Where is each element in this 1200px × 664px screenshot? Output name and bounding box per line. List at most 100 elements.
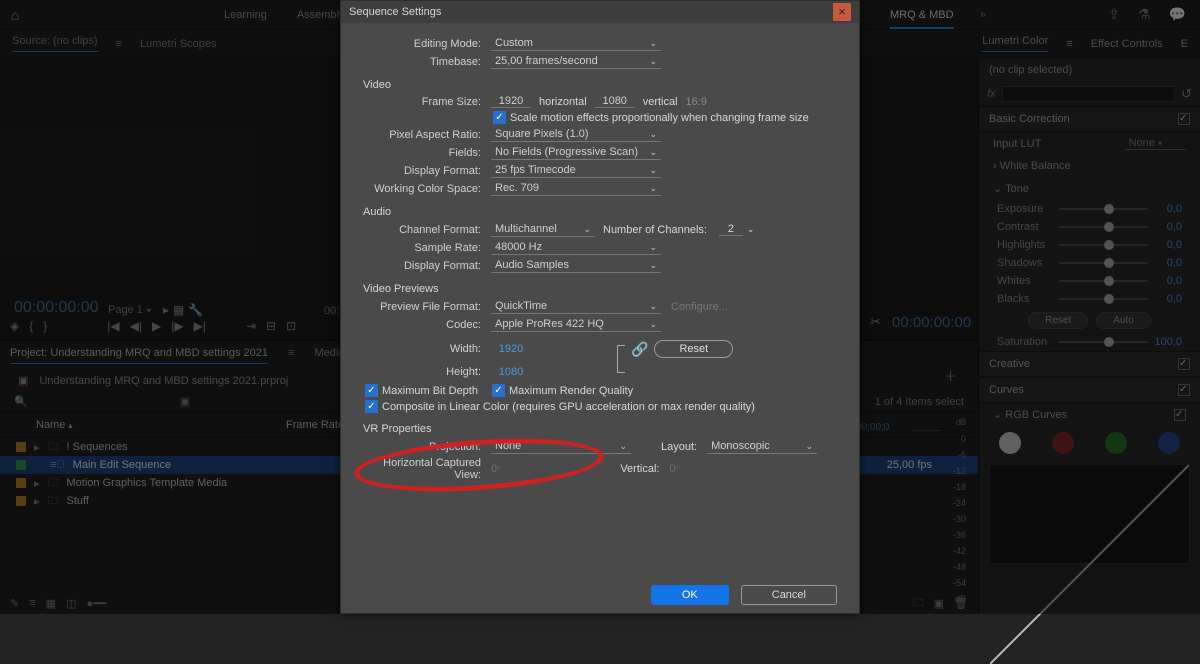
curves-toggle[interactable] <box>1178 384 1190 396</box>
preview-reset-button[interactable]: Reset <box>654 340 733 358</box>
projection-select[interactable]: None⌄ <box>491 439 631 454</box>
freeform-icon[interactable]: ◫ <box>66 597 76 610</box>
linear-color-checkbox[interactable] <box>365 400 378 413</box>
marker-tool-icon[interactable]: ✂ <box>870 314 881 330</box>
col-name[interactable]: Name ▴ <box>36 419 286 431</box>
display-format-select[interactable]: 25 fps Timecode⌄ <box>491 163 661 178</box>
saturation-slider[interactable] <box>1059 341 1148 343</box>
goto-out-icon[interactable]: ▶| <box>194 319 206 333</box>
panel-menu-icon[interactable]: ≡ <box>116 38 122 50</box>
step-back-icon[interactable]: ◀| <box>130 319 142 333</box>
tone-slider[interactable] <box>1059 226 1148 228</box>
project-panel-tab[interactable]: Project: Understanding MRQ and MBD setti… <box>10 347 268 364</box>
curves-graph[interactable] <box>989 464 1190 564</box>
tone-toggle[interactable]: ⌄ Tone <box>979 177 1200 200</box>
panel-extra[interactable]: E <box>1181 38 1188 50</box>
frame-height-input[interactable]: 1080 <box>595 95 635 108</box>
audio-section-label: Audio <box>363 206 837 218</box>
basic-toggle[interactable] <box>1178 113 1190 125</box>
workspace-overflow-icon[interactable]: » <box>980 9 986 21</box>
col-framerate[interactable]: Frame Rate <box>286 419 344 431</box>
reset-button[interactable]: Reset <box>1028 312 1088 329</box>
tab-learning[interactable]: Learning <box>220 3 271 27</box>
tone-slider[interactable] <box>1059 262 1148 264</box>
marker-icon[interactable]: ◈ <box>10 319 19 333</box>
rgb-curves-toggle[interactable]: ⌄ RGB Curves <box>979 403 1200 426</box>
frame-width-input[interactable]: 1920 <box>491 95 531 108</box>
editing-mode-label: Editing Mode: <box>363 38 491 50</box>
lumetri-color-tab[interactable]: Lumetri Color <box>982 35 1048 52</box>
aspect-ratio: 16:9 <box>686 96 707 108</box>
bin-icon: ▣ <box>18 375 28 387</box>
color-space-select[interactable]: Rec. 709⌄ <box>491 181 661 196</box>
input-lut-select[interactable]: None ▾ <box>1125 137 1186 150</box>
tone-slider[interactable] <box>1059 280 1148 282</box>
out-icon[interactable]: } <box>43 319 47 333</box>
input-lut-label: Input LUT <box>993 138 1041 150</box>
max-bit-depth-checkbox[interactable] <box>365 384 378 397</box>
timebase-select[interactable]: 25,00 frames/second⌄ <box>491 54 661 69</box>
search-icon[interactable]: 🔍 <box>14 395 28 408</box>
list-view-icon[interactable]: ≡ <box>29 597 35 609</box>
play-icon[interactable]: ▶ <box>152 319 161 333</box>
editing-mode-select[interactable]: Custom⌄ <box>491 36 661 51</box>
chat-icon[interactable]: 💬 <box>1169 6 1186 23</box>
goto-in-icon[interactable]: |◀ <box>107 319 119 333</box>
video-previews-label: Video Previews <box>363 283 837 295</box>
sample-rate-select[interactable]: 48000 Hz⌄ <box>491 240 661 255</box>
source-panel-tab[interactable]: Source: (no clips) <box>12 35 98 52</box>
tone-slider[interactable] <box>1059 298 1148 300</box>
reset-fx-icon[interactable]: ↺ <box>1181 86 1192 102</box>
saturation-value[interactable]: 100,0 <box>1154 336 1182 348</box>
lumetri-scopes-tab[interactable]: Lumetri Scopes <box>140 38 216 50</box>
new-item-icon[interactable]: ▣ <box>934 597 944 610</box>
num-channels-input[interactable]: 2 <box>719 223 743 236</box>
zoom-slider[interactable]: ●━━ <box>86 597 106 610</box>
curve-channel-wheels[interactable] <box>979 426 1200 460</box>
codec-select[interactable]: Apple ProRes 422 HQ⌄ <box>491 317 661 332</box>
preview-format-select[interactable]: QuickTime⌄ <box>491 299 661 314</box>
fx-field[interactable] <box>1002 86 1176 102</box>
tone-slider[interactable] <box>1059 208 1148 210</box>
icon-view-icon[interactable]: ▦ <box>46 597 56 610</box>
tab-mrq-mbd[interactable]: MRQ & MBD <box>890 9 954 21</box>
new-bin-icon[interactable]: 🗀 <box>913 594 924 613</box>
export-frame-icon[interactable]: ⊡ <box>286 319 296 333</box>
auto-button[interactable]: Auto <box>1096 312 1151 329</box>
fields-select[interactable]: No Fields (Progressive Scan)⌄ <box>491 145 661 160</box>
par-select[interactable]: Square Pixels (1.0)⌄ <box>491 127 661 142</box>
in-icon[interactable]: { <box>29 319 33 333</box>
max-render-quality-checkbox[interactable] <box>492 384 505 397</box>
audio-display-format-select[interactable]: Audio Samples⌄ <box>491 258 661 273</box>
saturation-label: Saturation <box>997 336 1053 348</box>
preview-width-input[interactable]: 1920 <box>491 343 531 355</box>
section-curves[interactable]: Curves <box>989 384 1024 396</box>
timebase-label: Timebase: <box>363 56 491 68</box>
white-balance-toggle[interactable]: › White Balance <box>979 155 1200 177</box>
section-creative[interactable]: Creative <box>989 358 1030 370</box>
configure-button: Configure... <box>671 301 728 313</box>
step-fwd-icon[interactable]: |▶ <box>171 319 183 333</box>
link-icon[interactable]: 🔗 <box>625 341 654 358</box>
panel-menu-icon-2[interactable]: ≡ <box>1066 38 1072 50</box>
overwrite-icon[interactable]: ⊟ <box>266 319 276 333</box>
pen-icon[interactable]: ✎ <box>10 597 19 610</box>
rgb-toggle[interactable] <box>1174 409 1186 421</box>
creative-toggle[interactable] <box>1178 358 1190 370</box>
share-icon[interactable]: ⇪ <box>1108 6 1120 23</box>
section-basic-correction[interactable]: Basic Correction <box>989 113 1070 125</box>
tone-slider[interactable] <box>1059 244 1148 246</box>
vr-section-label: VR Properties <box>363 423 837 435</box>
effect-controls-tab[interactable]: Effect Controls <box>1091 38 1163 50</box>
ok-button[interactable]: OK <box>651 585 729 605</box>
beaker-icon[interactable]: ⚗ <box>1138 6 1151 23</box>
tc-right-stub: 00: <box>324 305 339 317</box>
preview-height-input[interactable]: 1080 <box>491 366 531 378</box>
insert-icon[interactable]: ⇥ <box>246 319 256 333</box>
cancel-button[interactable]: Cancel <box>741 585 837 605</box>
add-icon[interactable]: ＋ <box>944 366 957 385</box>
no-clip-text: (no clip selected) <box>979 58 1200 82</box>
scale-motion-checkbox[interactable] <box>493 111 506 124</box>
home-icon[interactable]: ⌂ <box>0 7 30 23</box>
close-icon[interactable]: × <box>833 3 851 21</box>
